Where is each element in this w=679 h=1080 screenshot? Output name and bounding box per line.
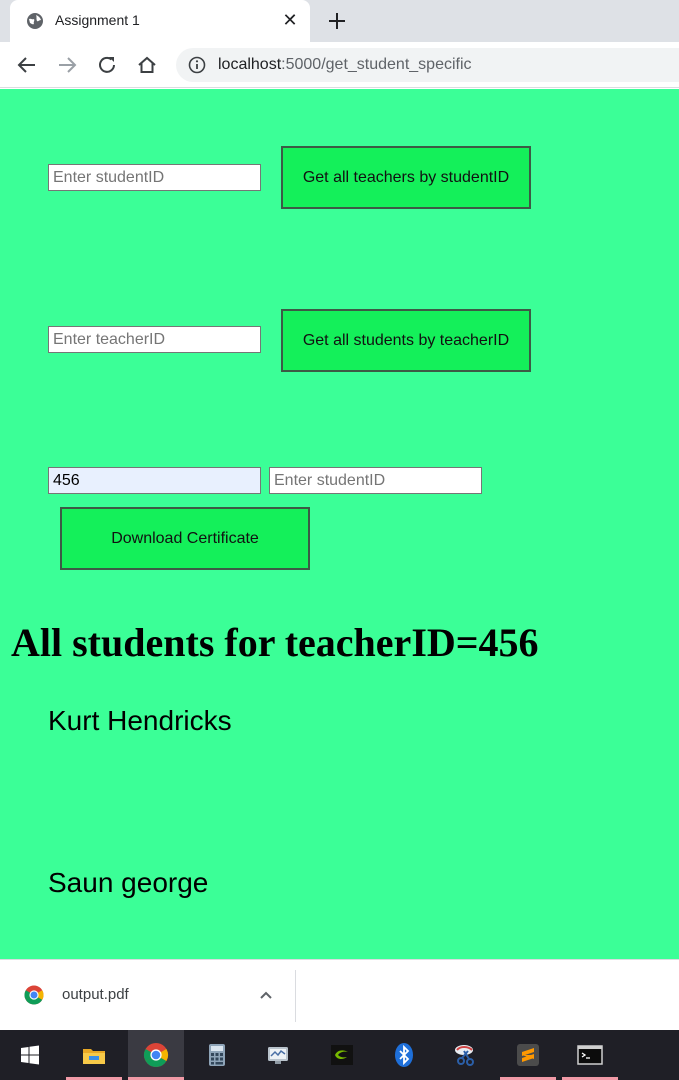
download-certificate-button[interactable]: Download Certificate [60,507,310,570]
close-tab-icon[interactable]: ✕ [280,9,300,31]
folder-icon [83,1049,105,1064]
nvidia-icon [331,1045,353,1065]
tab-assignment[interactable]: Assignment 1 ✕ [10,0,310,42]
shelf-divider [295,970,296,1022]
taskbar-chrome[interactable] [128,1030,184,1080]
back-icon[interactable] [16,54,38,76]
start-button[interactable] [2,1030,58,1080]
url-path: :5000/get_student_specific [281,56,472,73]
site-info-icon[interactable] [188,56,206,74]
scissors-icon [455,1045,474,1066]
taskbar-nvidia[interactable] [314,1030,370,1080]
taskbar-file-explorer[interactable] [66,1030,122,1080]
address-bar[interactable]: localhost:5000/get_student_specific [176,48,679,82]
bluetooth-icon [395,1043,413,1067]
taskbar-calculator[interactable] [189,1030,245,1080]
student-name: Saun george [48,867,209,898]
student-name: Kurt Hendricks [48,705,232,736]
get-students-button[interactable]: Get all students by teacherID [281,309,531,372]
new-tab-icon[interactable] [326,10,348,32]
sublime-icon [517,1044,539,1066]
taskbar-terminal[interactable] [562,1030,618,1080]
windows-icon [21,1045,39,1065]
forward-icon[interactable] [56,54,78,76]
get-teachers-button[interactable]: Get all teachers by studentID [281,146,531,209]
taskbar [0,1030,679,1080]
globe-icon [27,13,43,29]
calculator-icon [209,1044,225,1066]
taskbar-system-monitor[interactable] [250,1030,306,1080]
reload-icon[interactable] [96,54,118,76]
home-icon[interactable] [136,54,158,76]
url-text: localhost:5000/get_student_specific [218,56,472,74]
url-host: localhost [218,56,282,73]
chrome-file-icon [24,985,44,1005]
chrome-icon [143,1043,169,1068]
download-file-name[interactable]: output.pdf [62,986,129,1003]
taskbar-sublime-text[interactable] [500,1030,556,1080]
teacher-id-input[interactable] [48,326,261,353]
certificate-teacher-id-input[interactable] [48,467,261,494]
browser-toolbar: localhost:5000/get_student_specific [0,42,679,88]
monitor-icon [268,1047,288,1064]
taskbar-snipping-tool[interactable] [438,1030,494,1080]
tab-strip: Assignment 1 ✕ [0,0,679,42]
download-shelf: output.pdf [0,959,679,1030]
taskbar-bluetooth[interactable] [376,1030,432,1080]
certificate-student-id-input[interactable] [269,467,482,494]
tab-title: Assignment 1 [55,12,140,28]
chevron-up-icon[interactable] [256,985,276,1005]
results-heading: All students for teacherID=456 [11,620,539,665]
page-content: Get all teachers by studentID Get all st… [0,89,679,959]
student-id-input[interactable] [48,164,261,191]
terminal-icon [577,1045,603,1065]
